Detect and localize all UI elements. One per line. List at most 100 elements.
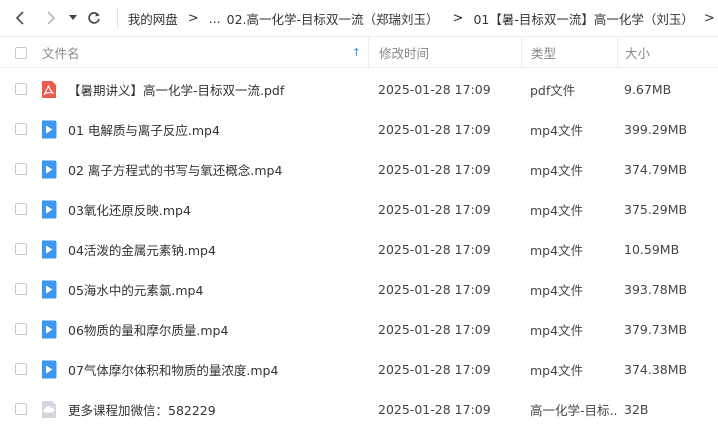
- chevron-right-icon: >: [452, 10, 464, 26]
- file-name-cell[interactable]: 05海水中的元素氯.mp4: [42, 280, 368, 299]
- file-list: 【暑期讲义】高一化学-目标双一流.pdf 2025-01-28 17:09 pd…: [0, 69, 718, 429]
- file-size: 374.79MB: [624, 161, 688, 177]
- row-checkbox[interactable]: [15, 163, 27, 175]
- file-row[interactable]: 04活泼的金属元素钠.mp4 2025-01-28 17:09 mp4文件 10…: [0, 229, 718, 269]
- breadcrumb: 我的网盘 > ... 02.高一化学-目标双一流（郑瑞刘玉） > 01【暑-目标…: [128, 9, 718, 28]
- file-name: 07气体摩尔体积和物质的量浓度.mp4: [68, 362, 279, 378]
- row-checkbox[interactable]: [15, 123, 27, 135]
- file-type: pdf文件: [530, 82, 576, 98]
- file-size: 379.73MB: [624, 321, 688, 337]
- file-row[interactable]: 更多课程加微信：582229 2025-01-28 17:09 高一化学-目标.…: [0, 389, 718, 429]
- file-modified: 2025-01-28 17:09: [378, 121, 491, 137]
- file-name: 04活泼的金属元素钠.mp4: [68, 242, 216, 258]
- file-row[interactable]: 07气体摩尔体积和物质的量浓度.mp4 2025-01-28 17:09 mp4…: [0, 349, 718, 389]
- file-size: 375.29MB: [624, 201, 688, 217]
- chevron-right-icon[interactable]: >: [704, 11, 715, 26]
- row-checkbox[interactable]: [15, 363, 27, 375]
- file-modified: 2025-01-28 17:09: [378, 321, 491, 337]
- row-select-cell: [0, 203, 42, 215]
- column-header-size-label: 大小: [625, 46, 651, 61]
- file-type: mp4文件: [530, 322, 584, 338]
- video-icon: [42, 160, 57, 178]
- column-header-modified[interactable]: 修改时间: [369, 43, 521, 62]
- file-name-cell[interactable]: 04活泼的金属元素钠.mp4: [42, 240, 368, 259]
- file-name-cell[interactable]: 01 电解质与离子反应.mp4: [42, 120, 368, 139]
- file-name-cell[interactable]: 07气体摩尔体积和物质的量浓度.mp4: [42, 360, 368, 379]
- generic-file-icon: [42, 400, 56, 418]
- breadcrumb-item-parent[interactable]: 02.高一化学-目标双一流（郑瑞刘玉）: [227, 9, 439, 28]
- row-checkbox[interactable]: [15, 83, 27, 95]
- video-icon: [42, 280, 57, 298]
- nav-divider: [116, 8, 118, 28]
- refresh-icon: [88, 12, 100, 24]
- file-row[interactable]: 02 离子方程式的书写与氧还概念.mp4 2025-01-28 17:09 mp…: [0, 149, 718, 189]
- row-select-cell: [0, 83, 42, 95]
- file-name-cell[interactable]: 更多课程加微信：582229: [42, 400, 368, 419]
- video-icon: [42, 240, 57, 258]
- file-type: mp4文件: [530, 362, 584, 378]
- file-type: mp4文件: [530, 202, 584, 218]
- file-type: mp4文件: [530, 242, 584, 258]
- file-size: 10.59MB: [624, 241, 680, 257]
- back-button[interactable]: [0, 0, 40, 37]
- file-name-cell[interactable]: 06物质的量和摩尔质量.mp4: [42, 320, 368, 339]
- breadcrumb-item-current[interactable]: 01【暑-目标双一流】高一化学（刘玉）: [473, 9, 693, 28]
- file-modified: 2025-01-28 17:09: [378, 81, 491, 97]
- file-name: 【暑期讲义】高一化学-目标双一流.pdf: [68, 82, 285, 98]
- back-arrow-icon: [15, 11, 24, 25]
- file-name: 05海水中的元素氯.mp4: [68, 282, 204, 298]
- row-checkbox[interactable]: [15, 323, 27, 335]
- row-select-cell: [0, 403, 42, 415]
- row-select-cell: [0, 363, 42, 375]
- select-all-cell: [0, 46, 42, 59]
- history-dropdown-button[interactable]: [63, 0, 83, 37]
- breadcrumb-item-root[interactable]: 我的网盘: [128, 9, 178, 28]
- breadcrumb-item-ellipsis[interactable]: ...: [209, 11, 221, 26]
- file-size: 393.78MB: [624, 281, 688, 297]
- row-checkbox[interactable]: [15, 243, 27, 255]
- file-list-header: 文件名 ↑ 修改时间 类型 大小: [0, 37, 718, 68]
- caret-down-icon: [69, 15, 78, 20]
- file-row[interactable]: 【暑期讲义】高一化学-目标双一流.pdf 2025-01-28 17:09 pd…: [0, 69, 718, 109]
- column-header-size[interactable]: 大小: [618, 43, 718, 62]
- row-select-cell: [0, 123, 42, 135]
- column-header-name[interactable]: 文件名 ↑: [42, 43, 368, 62]
- file-modified: 2025-01-28 17:09: [378, 201, 491, 217]
- video-icon: [42, 120, 57, 138]
- file-name-cell[interactable]: 02 离子方程式的书写与氧还概念.mp4: [42, 160, 368, 179]
- file-size: 9.67MB: [624, 81, 672, 97]
- video-icon: [42, 360, 57, 378]
- file-name: 01 电解质与离子反应.mp4: [68, 122, 220, 138]
- file-modified: 2025-01-28 17:09: [378, 361, 491, 377]
- chevron-right-icon: >: [187, 10, 199, 26]
- file-name: 02 离子方程式的书写与氧还概念.mp4: [68, 162, 283, 178]
- file-row[interactable]: 05海水中的元素氯.mp4 2025-01-28 17:09 mp4文件 393…: [0, 269, 718, 309]
- file-row[interactable]: 01 电解质与离子反应.mp4 2025-01-28 17:09 mp4文件 3…: [0, 109, 718, 149]
- row-checkbox[interactable]: [15, 283, 27, 295]
- row-select-cell: [0, 323, 42, 335]
- column-header-type-label: 类型: [531, 46, 557, 61]
- refresh-button[interactable]: [83, 0, 105, 37]
- pdf-icon: [42, 80, 56, 98]
- column-header-name-label: 文件名: [42, 46, 80, 61]
- file-row[interactable]: 03氧化还原反映.mp4 2025-01-28 17:09 mp4文件 375.…: [0, 189, 718, 229]
- file-type: mp4文件: [530, 162, 584, 178]
- file-type: mp4文件: [530, 282, 584, 298]
- file-modified: 2025-01-28 17:09: [378, 401, 491, 417]
- file-type: mp4文件: [530, 122, 584, 138]
- video-icon: [42, 320, 57, 338]
- forward-arrow-icon: [47, 11, 56, 25]
- forward-button[interactable]: [40, 0, 64, 37]
- file-name-cell[interactable]: 【暑期讲义】高一化学-目标双一流.pdf: [42, 80, 368, 99]
- row-select-cell: [0, 243, 42, 255]
- video-icon: [42, 200, 57, 218]
- sort-ascending-icon: ↑: [351, 46, 361, 59]
- file-row[interactable]: 06物质的量和摩尔质量.mp4 2025-01-28 17:09 mp4文件 3…: [0, 309, 718, 349]
- row-select-cell: [0, 163, 42, 175]
- row-checkbox[interactable]: [15, 403, 27, 415]
- select-all-checkbox[interactable]: [15, 46, 27, 59]
- file-name-cell[interactable]: 03氧化还原反映.mp4: [42, 200, 368, 219]
- file-name: 03氧化还原反映.mp4: [68, 202, 191, 218]
- row-checkbox[interactable]: [15, 203, 27, 215]
- column-header-type[interactable]: 类型: [522, 43, 617, 62]
